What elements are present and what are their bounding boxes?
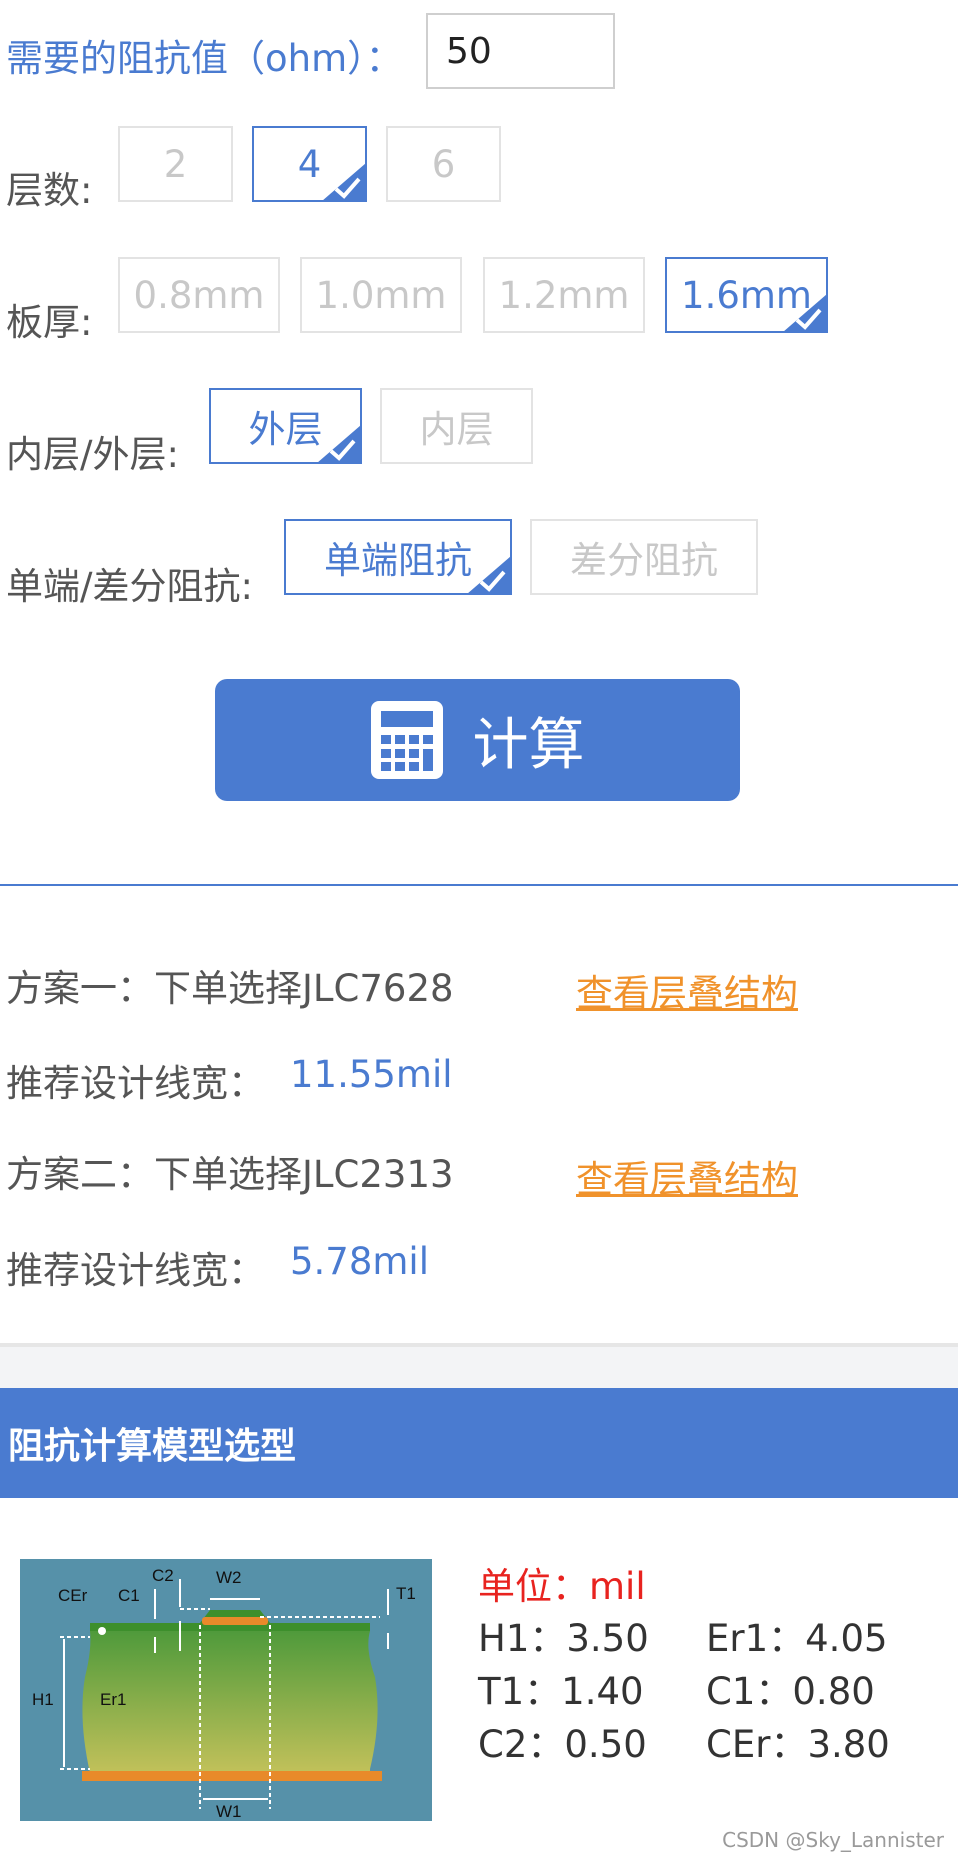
diagram-label-c1: C1: [118, 1586, 140, 1605]
param-er1: Er1：4.05: [706, 1617, 888, 1660]
layers-option-6[interactable]: 6: [386, 126, 501, 202]
impedance-type-option-single[interactable]: 单端阻抗: [284, 519, 512, 595]
impedance-type-option-single-label: 单端阻抗: [324, 539, 472, 582]
layer-side-option-inner[interactable]: 内层: [380, 388, 533, 464]
impedance-input[interactable]: 50: [426, 13, 615, 89]
calculate-button-label: 计算: [472, 712, 585, 778]
diagram-label-t1: T1: [396, 1584, 416, 1603]
divider: [0, 884, 958, 886]
selected-check-icon: [318, 425, 360, 462]
plan-1-width-label: 推荐设计线宽：: [6, 1062, 265, 1105]
thickness-option-1.6mm[interactable]: 1.6mm: [665, 257, 828, 333]
plan-2-stackup-link[interactable]: 查看层叠结构: [576, 1149, 798, 1203]
selected-check-icon: [323, 163, 365, 200]
diagram-label-h1: H1: [32, 1690, 54, 1709]
section-gap: [0, 1343, 958, 1388]
thickness-label: 板厚:: [6, 301, 93, 344]
thickness-option-1.2mm[interactable]: 1.2mm: [483, 257, 645, 333]
plan-2-text: 方案二：下单选择JLC2313: [6, 1153, 454, 1196]
param-h1-value: 3.50: [566, 1617, 649, 1660]
impedance-label: 需要的阻抗值（ohm）：: [6, 37, 403, 80]
calculator-icon: [370, 701, 443, 779]
param-c1-key: C1: [706, 1670, 756, 1713]
param-c1-value: 0.80: [792, 1670, 875, 1713]
param-c2-key: C2: [478, 1723, 528, 1766]
layers-option-4-label: 4: [297, 142, 322, 186]
impedance-type-option-differential[interactable]: 差分阻抗: [530, 519, 758, 595]
plan-2-width-value: 5.78mil: [290, 1240, 429, 1283]
watermark: CSDN @Sky_Lannister: [722, 1828, 944, 1852]
param-er1-value: 4.05: [805, 1617, 888, 1660]
plan-1-text: 方案一：下单选择JLC7628: [6, 967, 454, 1010]
diagram-label-er1: Er1: [100, 1690, 126, 1709]
unit-label: 单位：mil: [478, 1565, 646, 1608]
param-h1-key: H1: [478, 1617, 530, 1660]
param-t1: T1：1.40: [478, 1670, 644, 1713]
layer-side-label: 内层/外层:: [6, 433, 179, 476]
plan-1-width-value: 11.55mil: [290, 1053, 453, 1096]
selected-check-icon: [784, 294, 826, 331]
param-cer-value: 3.80: [807, 1723, 890, 1766]
layer-side-option-outer-label: 外层: [248, 408, 323, 451]
param-c2-value: 0.50: [564, 1723, 647, 1766]
impedance-type-label: 单端/差分阻抗:: [6, 565, 253, 608]
selected-check-icon: [468, 556, 510, 593]
model-section-title: 阻抗计算模型选型: [0, 1388, 958, 1498]
impedance-model-diagram: CEr C1 C2 W2 T1 H1 Er1 W1: [20, 1559, 432, 1821]
thickness-option-1.0mm[interactable]: 1.0mm: [300, 257, 462, 333]
diagram-label-c2: C2: [152, 1566, 174, 1585]
layers-label: 层数:: [6, 169, 93, 212]
param-er1-key: Er1: [706, 1617, 769, 1660]
param-t1-value: 1.40: [561, 1670, 644, 1713]
param-c2: C2：0.50: [478, 1723, 647, 1766]
plan-1-stackup-link[interactable]: 查看层叠结构: [576, 963, 798, 1017]
diagram-label-cer: CEr: [58, 1586, 88, 1605]
param-cer: CEr：3.80: [706, 1723, 890, 1766]
diagram-label-w2: W2: [216, 1568, 242, 1587]
param-c1: C1：0.80: [706, 1670, 875, 1713]
layers-option-4[interactable]: 4: [252, 126, 367, 202]
plan-2-width-label: 推荐设计线宽：: [6, 1249, 265, 1292]
thickness-option-0.8mm[interactable]: 0.8mm: [118, 257, 280, 333]
param-t1-key: T1: [478, 1670, 525, 1713]
layer-side-option-outer[interactable]: 外层: [209, 388, 362, 464]
calculate-button[interactable]: 计算: [215, 679, 740, 801]
diagram-label-w1: W1: [216, 1802, 242, 1821]
layers-option-2[interactable]: 2: [118, 126, 233, 202]
param-cer-key: CEr: [706, 1723, 771, 1766]
param-h1: H1：3.50: [478, 1617, 649, 1660]
